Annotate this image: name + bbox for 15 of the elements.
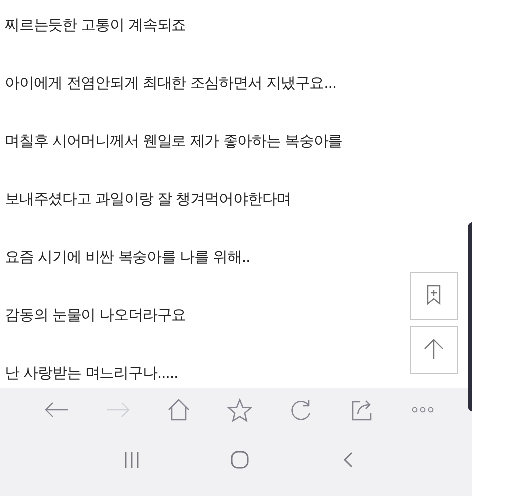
recents-icon[interactable] [124, 451, 140, 469]
reload-icon[interactable] [289, 398, 314, 422]
paragraph-text: 보내주셨다고 과일이랑 잘 챙겨먹어야한다며 [5, 189, 292, 210]
home-icon[interactable] [231, 451, 249, 469]
scroll-top-button[interactable] [410, 326, 458, 374]
share-icon[interactable] [350, 398, 374, 422]
paragraph-text: 감동의 눈물이 나오더라구요 [5, 305, 188, 326]
paragraph-text: 요즘 시기에 비싼 복숭아를 나를 위해.. [5, 247, 252, 268]
paragraph-text: 아이에게 전염안되게 최대한 조심하면서 지냈구요... [5, 73, 338, 94]
paragraph-text: 난 사랑받는 며느리구나..... [5, 363, 180, 384]
star-icon[interactable] [226, 398, 253, 422]
back-icon[interactable] [342, 452, 354, 468]
paragraph-text: 찌르는듯한 고통이 계속되죠 [5, 15, 188, 36]
add-bookmark-button[interactable] [410, 272, 458, 320]
paragraph-text: 며칠후 시어머니께서 웬일로 제가 좋아하는 복숭아를 [5, 131, 344, 152]
